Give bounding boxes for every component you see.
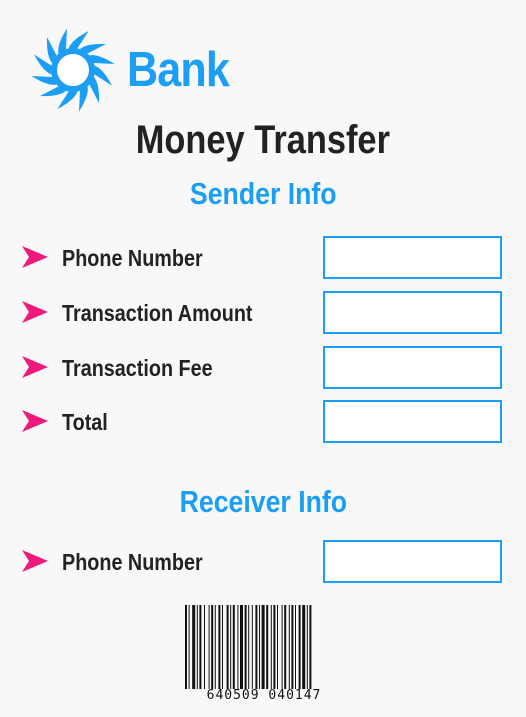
sender-phone-input[interactable] — [323, 236, 502, 279]
receiver-phone-label: Phone Number — [62, 549, 203, 575]
total-label: Total — [62, 409, 108, 435]
arrow-right-icon — [22, 550, 48, 572]
barcode-digits: 640509 040147 — [183, 689, 345, 703]
receiver-phone-row: Phone Number — [0, 540, 526, 584]
arrow-right-icon — [22, 410, 48, 432]
transaction-amount-input[interactable] — [323, 291, 502, 334]
arrow-right-icon — [22, 246, 48, 268]
transaction-amount-row: Transaction Amount — [0, 291, 526, 335]
arrow-right-icon — [22, 301, 48, 323]
transaction-amount-label: Transaction Amount — [62, 300, 253, 326]
sender-phone-label: Phone Number — [62, 245, 203, 271]
total-row: Total — [0, 400, 526, 444]
bank-logo — [30, 27, 116, 113]
sun-icon — [31, 28, 115, 112]
transaction-fee-input[interactable] — [323, 346, 502, 389]
receiver-section-heading: Receiver Info — [179, 484, 347, 519]
barcode-icon — [185, 605, 312, 697]
receiver-phone-input[interactable] — [323, 540, 502, 583]
barcode: 640509 040147 — [183, 605, 345, 705]
arrow-right-icon — [22, 356, 48, 378]
transaction-fee-row: Transaction Fee — [0, 346, 526, 390]
sender-section-heading: Sender Info — [189, 176, 337, 211]
transaction-fee-label: Transaction Fee — [62, 355, 213, 381]
sender-phone-row: Phone Number — [0, 236, 526, 280]
bank-name: Bank — [127, 43, 230, 97]
total-input[interactable] — [323, 400, 502, 443]
page-title: Money Transfer — [135, 118, 391, 162]
